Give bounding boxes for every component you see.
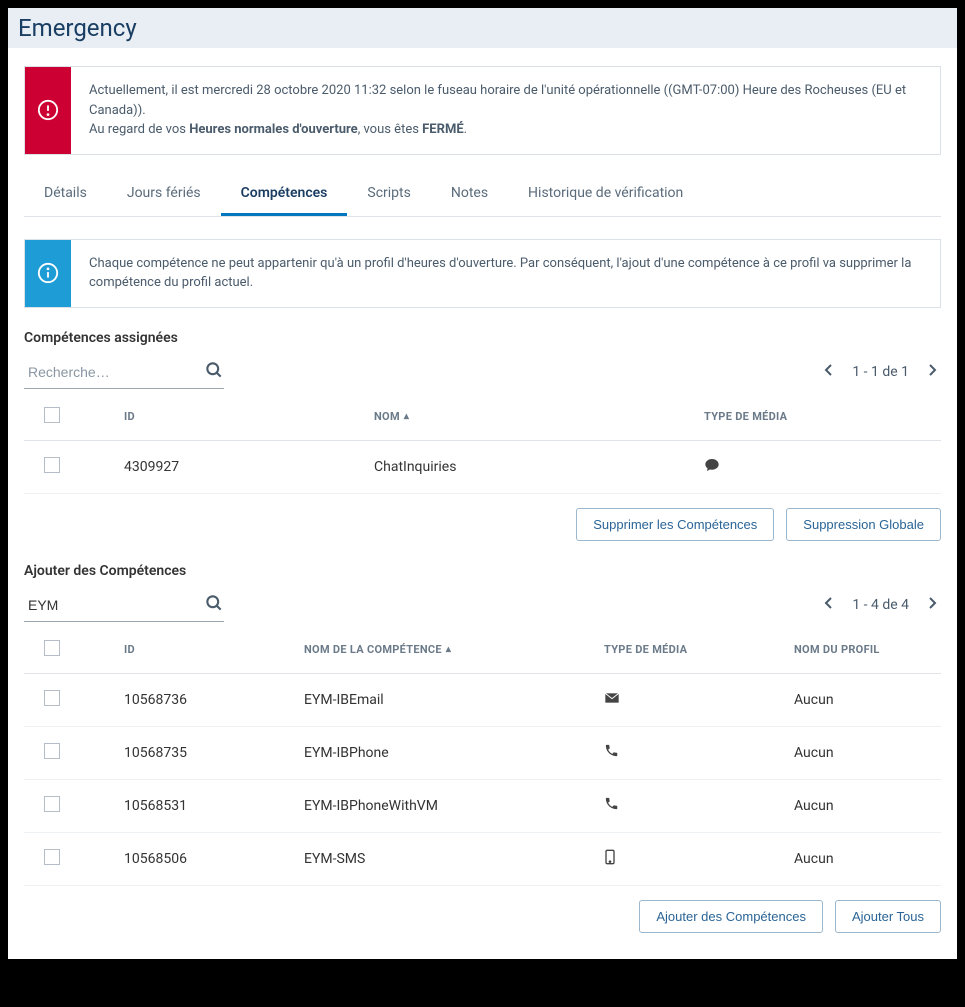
- add-title: Ajouter des Compétences: [24, 563, 941, 579]
- table-row: 10568736EYM-IBEmail Aucun: [24, 673, 941, 726]
- search-icon[interactable]: [204, 593, 224, 617]
- table-row: 10568735EYM-IBPhone Aucun: [24, 726, 941, 779]
- alert-line2-mid: , vous êtes: [358, 122, 422, 137]
- assigned-title: Compétences assignées: [24, 330, 941, 346]
- phone-icon: [604, 746, 619, 762]
- assigned-pager-text: 1 - 1 de 1: [852, 364, 909, 380]
- alert-icon: [25, 67, 71, 154]
- info-icon: [25, 240, 71, 307]
- page-title: Emergency: [8, 8, 957, 48]
- add-all-button[interactable]: Ajouter Tous: [835, 900, 941, 933]
- add-table: ID NOM DE LA COMPÉTENCE▴ TYPE DE MÉDIA N…: [24, 626, 941, 886]
- table-row: 4309927 ChatInquiries: [24, 440, 941, 493]
- alert-line2-status: FERMÉ: [422, 122, 463, 137]
- cell-profile: Aucun: [784, 673, 941, 726]
- col-media[interactable]: TYPE DE MÉDIA: [694, 393, 941, 441]
- info-banner: Chaque compétence ne peut appartenir qu'…: [24, 239, 941, 308]
- assigned-next-icon[interactable]: [923, 360, 941, 384]
- cell-name: EYM-IBPhoneWithVM: [294, 779, 594, 832]
- cell-name: EYM-IBPhone: [294, 726, 594, 779]
- col-profile[interactable]: NOM DU PROFIL: [784, 626, 941, 674]
- col-media[interactable]: TYPE DE MÉDIA: [594, 626, 784, 674]
- remove-all-button[interactable]: Suppression Globale: [786, 508, 941, 541]
- assigned-search-input[interactable]: [24, 356, 200, 388]
- row-checkbox[interactable]: [44, 849, 60, 865]
- tab-scripts[interactable]: Scripts: [347, 173, 430, 216]
- email-icon: [604, 693, 620, 709]
- add-pager-text: 1 - 4 de 4: [852, 597, 909, 613]
- cell-name: EYM-IBEmail: [294, 673, 594, 726]
- cell-profile: Aucun: [784, 726, 941, 779]
- alert-line2-prefix: Au regard de vos: [89, 122, 189, 137]
- add-select-all-checkbox[interactable]: [44, 640, 60, 656]
- tab-audit[interactable]: Historique de vérification: [508, 173, 703, 216]
- row-checkbox[interactable]: [44, 690, 60, 706]
- assigned-select-all-checkbox[interactable]: [44, 407, 60, 423]
- assigned-prev-icon[interactable]: [820, 360, 838, 384]
- status-alert: Actuellement, il est mercredi 28 octobre…: [24, 66, 941, 155]
- col-id[interactable]: ID: [114, 626, 294, 674]
- phone-icon: [604, 799, 619, 815]
- cell-name: ChatInquiries: [364, 440, 694, 493]
- alert-line1: Actuellement, il est mercredi 28 octobre…: [89, 83, 906, 118]
- chat-icon: [704, 461, 720, 477]
- tab-holidays[interactable]: Jours fériés: [107, 173, 221, 216]
- cell-id: 10568531: [114, 779, 294, 832]
- row-checkbox[interactable]: [44, 457, 60, 473]
- tab-bar: Détails Jours fériés Compétences Scripts…: [24, 173, 941, 217]
- assigned-table: ID NOM▴ TYPE DE MÉDIA 4309927 ChatInquir…: [24, 393, 941, 494]
- cell-profile: Aucun: [784, 832, 941, 885]
- add-skills-button[interactable]: Ajouter des Compétences: [639, 900, 823, 933]
- cell-id: 10568736: [114, 673, 294, 726]
- col-id[interactable]: ID: [114, 393, 364, 441]
- col-skill-name[interactable]: NOM DE LA COMPÉTENCE▴: [294, 626, 594, 674]
- cell-profile: Aucun: [784, 779, 941, 832]
- tab-skills[interactable]: Compétences: [221, 173, 348, 216]
- remove-skills-button[interactable]: Supprimer les Compétences: [576, 508, 774, 541]
- cell-id: 10568506: [114, 832, 294, 885]
- add-search-input[interactable]: [24, 589, 200, 621]
- sort-asc-icon: ▴: [446, 644, 451, 655]
- alert-line2-bold: Heures normales d'ouverture: [189, 122, 357, 137]
- info-text: Chaque compétence ne peut appartenir qu'…: [71, 240, 940, 307]
- cell-name: EYM-SMS: [294, 832, 594, 885]
- row-checkbox[interactable]: [44, 743, 60, 759]
- add-next-icon[interactable]: [923, 593, 941, 617]
- row-checkbox[interactable]: [44, 796, 60, 812]
- table-row: 10568531EYM-IBPhoneWithVM Aucun: [24, 779, 941, 832]
- cell-id: 10568735: [114, 726, 294, 779]
- tab-details[interactable]: Détails: [24, 173, 107, 216]
- col-name[interactable]: NOM▴: [364, 393, 694, 441]
- sort-asc-icon: ▴: [404, 411, 409, 422]
- alert-line2-suffix: .: [464, 122, 467, 137]
- add-prev-icon[interactable]: [820, 593, 838, 617]
- mobile-icon: [604, 853, 616, 869]
- table-row: 10568506EYM-SMS Aucun: [24, 832, 941, 885]
- search-icon[interactable]: [204, 360, 224, 384]
- cell-id: 4309927: [114, 440, 364, 493]
- tab-notes[interactable]: Notes: [431, 173, 508, 216]
